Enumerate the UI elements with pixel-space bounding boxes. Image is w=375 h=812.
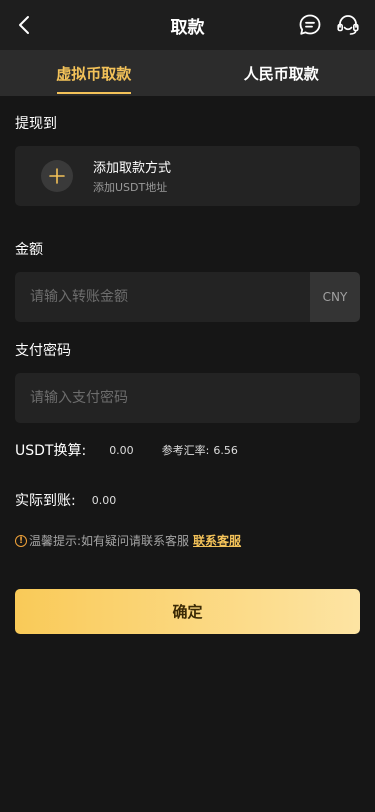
tab-label: 人民币取款 — [243, 64, 319, 83]
headset-icon[interactable] — [335, 12, 361, 38]
pay-password-label: 支付密码 — [15, 343, 71, 359]
withdraw-tabs: 虚拟币取款 人民币取款 — [0, 50, 375, 96]
exchange-rate-label: 参考汇率: — [161, 444, 210, 457]
tab-label: 虚拟币取款 — [56, 64, 132, 83]
usdt-conversion-row: USDT换算: 0.00 参考汇率: 6.56 — [15, 440, 238, 460]
pay-password-field-group — [15, 373, 360, 423]
actual-received-value: 0.00 — [91, 493, 117, 507]
add-method-labels: 添加取款方式 添加USDT地址 — [93, 157, 171, 195]
add-withdraw-method-button[interactable]: 添加取款方式 添加USDT地址 — [15, 146, 360, 206]
warm-tip: ! 温馨提示:如有疑问请联系客服 联系客服 — [15, 532, 241, 549]
add-method-title: 添加取款方式 — [93, 161, 172, 176]
currency-unit: CNY — [310, 272, 360, 322]
info-circle-icon: ! — [15, 534, 27, 547]
tab-rmb-withdraw[interactable]: 人民币取款 — [188, 50, 375, 96]
amount-input[interactable] — [15, 272, 310, 322]
pay-password-input[interactable] — [15, 373, 360, 423]
exchange-rate-value: 6.56 — [213, 443, 238, 457]
back-chevron-icon[interactable] — [14, 14, 36, 36]
contact-support-link[interactable]: 联系客服 — [193, 532, 241, 549]
nav-actions — [297, 12, 361, 38]
usdt-conversion-label: USDT换算: — [15, 443, 87, 459]
actual-received-label: 实际到账: — [15, 493, 76, 509]
actual-received-row: 实际到账: 0.00 — [15, 490, 116, 510]
tab-crypto-withdraw[interactable]: 虚拟币取款 — [0, 50, 188, 96]
amount-field-group: CNY — [15, 272, 360, 322]
withdraw-to-label: 提现到 — [15, 116, 57, 132]
confirm-button[interactable]: 确定 — [15, 589, 360, 634]
amount-label: 金额 — [15, 242, 43, 258]
plus-icon — [41, 160, 73, 192]
add-method-subtitle: 添加USDT地址 — [93, 181, 168, 194]
page-title: 取款 — [170, 17, 205, 38]
chat-bubble-icon[interactable] — [297, 12, 323, 38]
nav-bar: 取款 — [0, 0, 375, 50]
usdt-conversion-value: 0.00 — [109, 443, 134, 457]
tip-text: 温馨提示:如有疑问请联系客服 — [29, 534, 190, 548]
